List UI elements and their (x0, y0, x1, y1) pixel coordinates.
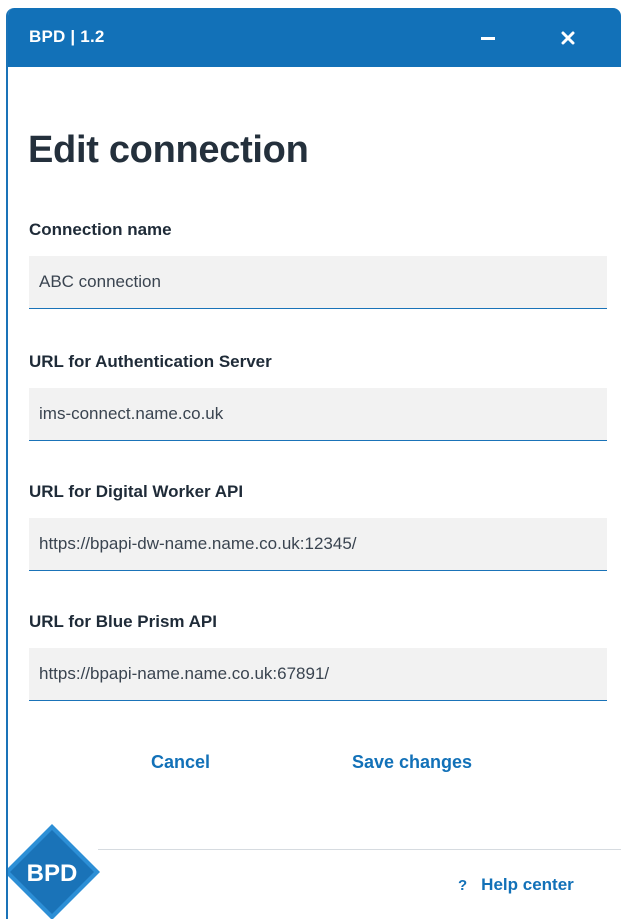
close-button[interactable] (552, 22, 584, 54)
app-window: BPD | 1.2 Edit connection Connection nam… (6, 8, 621, 919)
question-mark-icon: ? (458, 877, 468, 894)
save-changes-button[interactable]: Save changes (352, 752, 472, 773)
digital-worker-api-url-label: URL for Digital Worker API (29, 482, 244, 501)
window-title: BPD | 1.2 (29, 27, 105, 46)
connection-name-input[interactable] (29, 256, 607, 309)
title-bar[interactable]: BPD | 1.2 (8, 8, 621, 67)
auth-server-url-input[interactable] (29, 388, 607, 441)
help-center-label: Help center (481, 875, 574, 894)
cancel-button[interactable]: Cancel (151, 752, 210, 773)
page-title: Edit connection (28, 129, 309, 171)
minimize-icon (481, 37, 495, 40)
close-icon (561, 31, 575, 45)
connection-name-label: Connection name (29, 220, 172, 239)
auth-server-url-label: URL for Authentication Server (29, 352, 272, 371)
digital-worker-api-url-input[interactable] (29, 518, 607, 571)
blue-prism-api-url-label: URL for Blue Prism API (29, 612, 217, 631)
help-center-link[interactable]: ? Help center (458, 875, 574, 895)
bpd-logo: BPD (8, 824, 100, 919)
minimize-button[interactable] (472, 22, 504, 54)
footer-divider (98, 849, 621, 850)
blue-prism-api-url-input[interactable] (29, 648, 607, 701)
logo-text: BPD (27, 860, 78, 887)
